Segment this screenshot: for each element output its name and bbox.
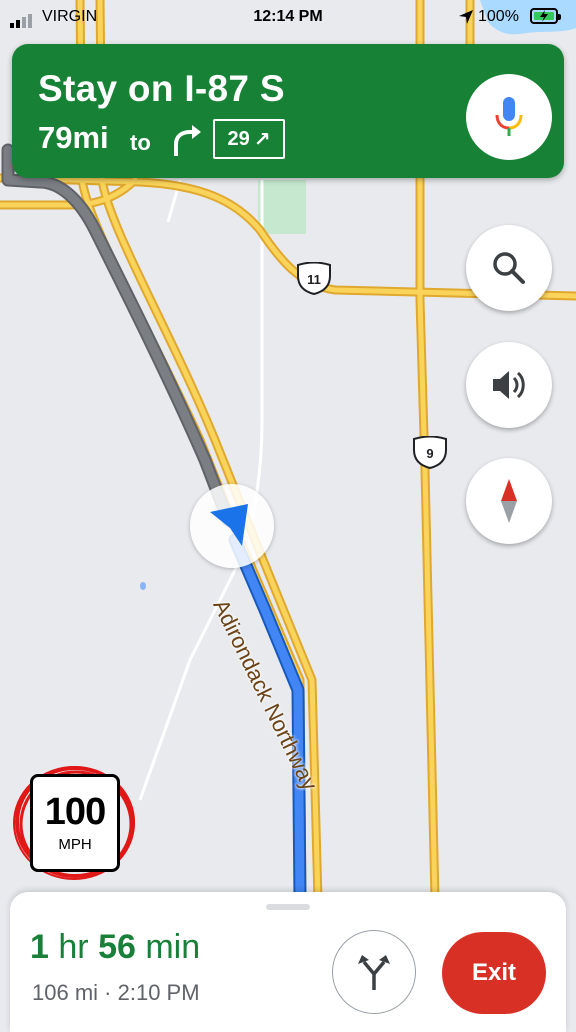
exit-arrow-icon: ↗ xyxy=(253,128,271,151)
search-icon xyxy=(493,252,525,284)
alternate-routes-button[interactable] xyxy=(332,930,416,1014)
trip-meta: 106 mi · 2:10 PM xyxy=(32,980,200,1006)
eta-hours: 1 xyxy=(30,928,49,966)
distance-suffix: to xyxy=(130,130,151,155)
speed-limit-unit: MPH xyxy=(58,836,92,853)
sound-button[interactable] xyxy=(466,342,552,428)
battery-percent: 100% xyxy=(478,8,519,25)
street-label: Adirondack Northway xyxy=(208,595,323,795)
location-arrow-icon xyxy=(459,10,473,24)
compass-button[interactable] xyxy=(466,458,552,544)
route-split-icon xyxy=(358,955,390,990)
meta-separator: · xyxy=(104,980,112,1005)
shield-number: 11 xyxy=(307,271,321,287)
eta-minutes-unit: min xyxy=(145,928,201,966)
current-location-puck xyxy=(190,484,274,568)
compass-icon xyxy=(501,479,517,523)
exit-navigation-button[interactable]: Exit xyxy=(442,932,546,1014)
speed-limit-sign: 100 MPH xyxy=(30,774,120,872)
navigation-arrow-icon xyxy=(210,504,248,546)
navigation-banner[interactable]: Stay on I-87 S 79mi to 29 ↗ xyxy=(12,44,564,178)
trip-summary-card[interactable]: 1 hr 56 min 106 mi · 2:10 PM Exit xyxy=(10,892,566,1032)
eta-duration: 1 hr 56 min xyxy=(30,928,200,967)
speed-limit-value: 100 xyxy=(44,791,106,833)
eta-hours-unit: hr xyxy=(58,928,89,966)
battery-charging-icon xyxy=(530,8,561,24)
microphone-icon xyxy=(495,97,523,136)
volume-icon xyxy=(493,371,525,399)
distance-to-maneuver: 79mi xyxy=(38,120,109,155)
remaining-distance: 106 mi xyxy=(32,980,99,1005)
drag-handle[interactable] xyxy=(266,904,310,910)
exit-sign: 29 ↗ xyxy=(213,119,285,159)
turn-right-icon xyxy=(174,125,201,156)
search-button[interactable] xyxy=(466,225,552,311)
status-bar: VIRGIN 12:14 PM 100% xyxy=(0,0,576,34)
shield-number: 9 xyxy=(426,445,434,461)
exit-number: 29 xyxy=(227,127,250,150)
eta-minutes: 56 xyxy=(98,928,136,966)
instruction-text: Stay on I-87 S xyxy=(38,68,285,109)
voice-search-button[interactable] xyxy=(466,74,552,160)
arrival-time: 2:10 PM xyxy=(117,980,200,1005)
route-shield-us-9: 9 xyxy=(410,436,450,470)
route-shield-us-11: 11 xyxy=(294,262,334,296)
